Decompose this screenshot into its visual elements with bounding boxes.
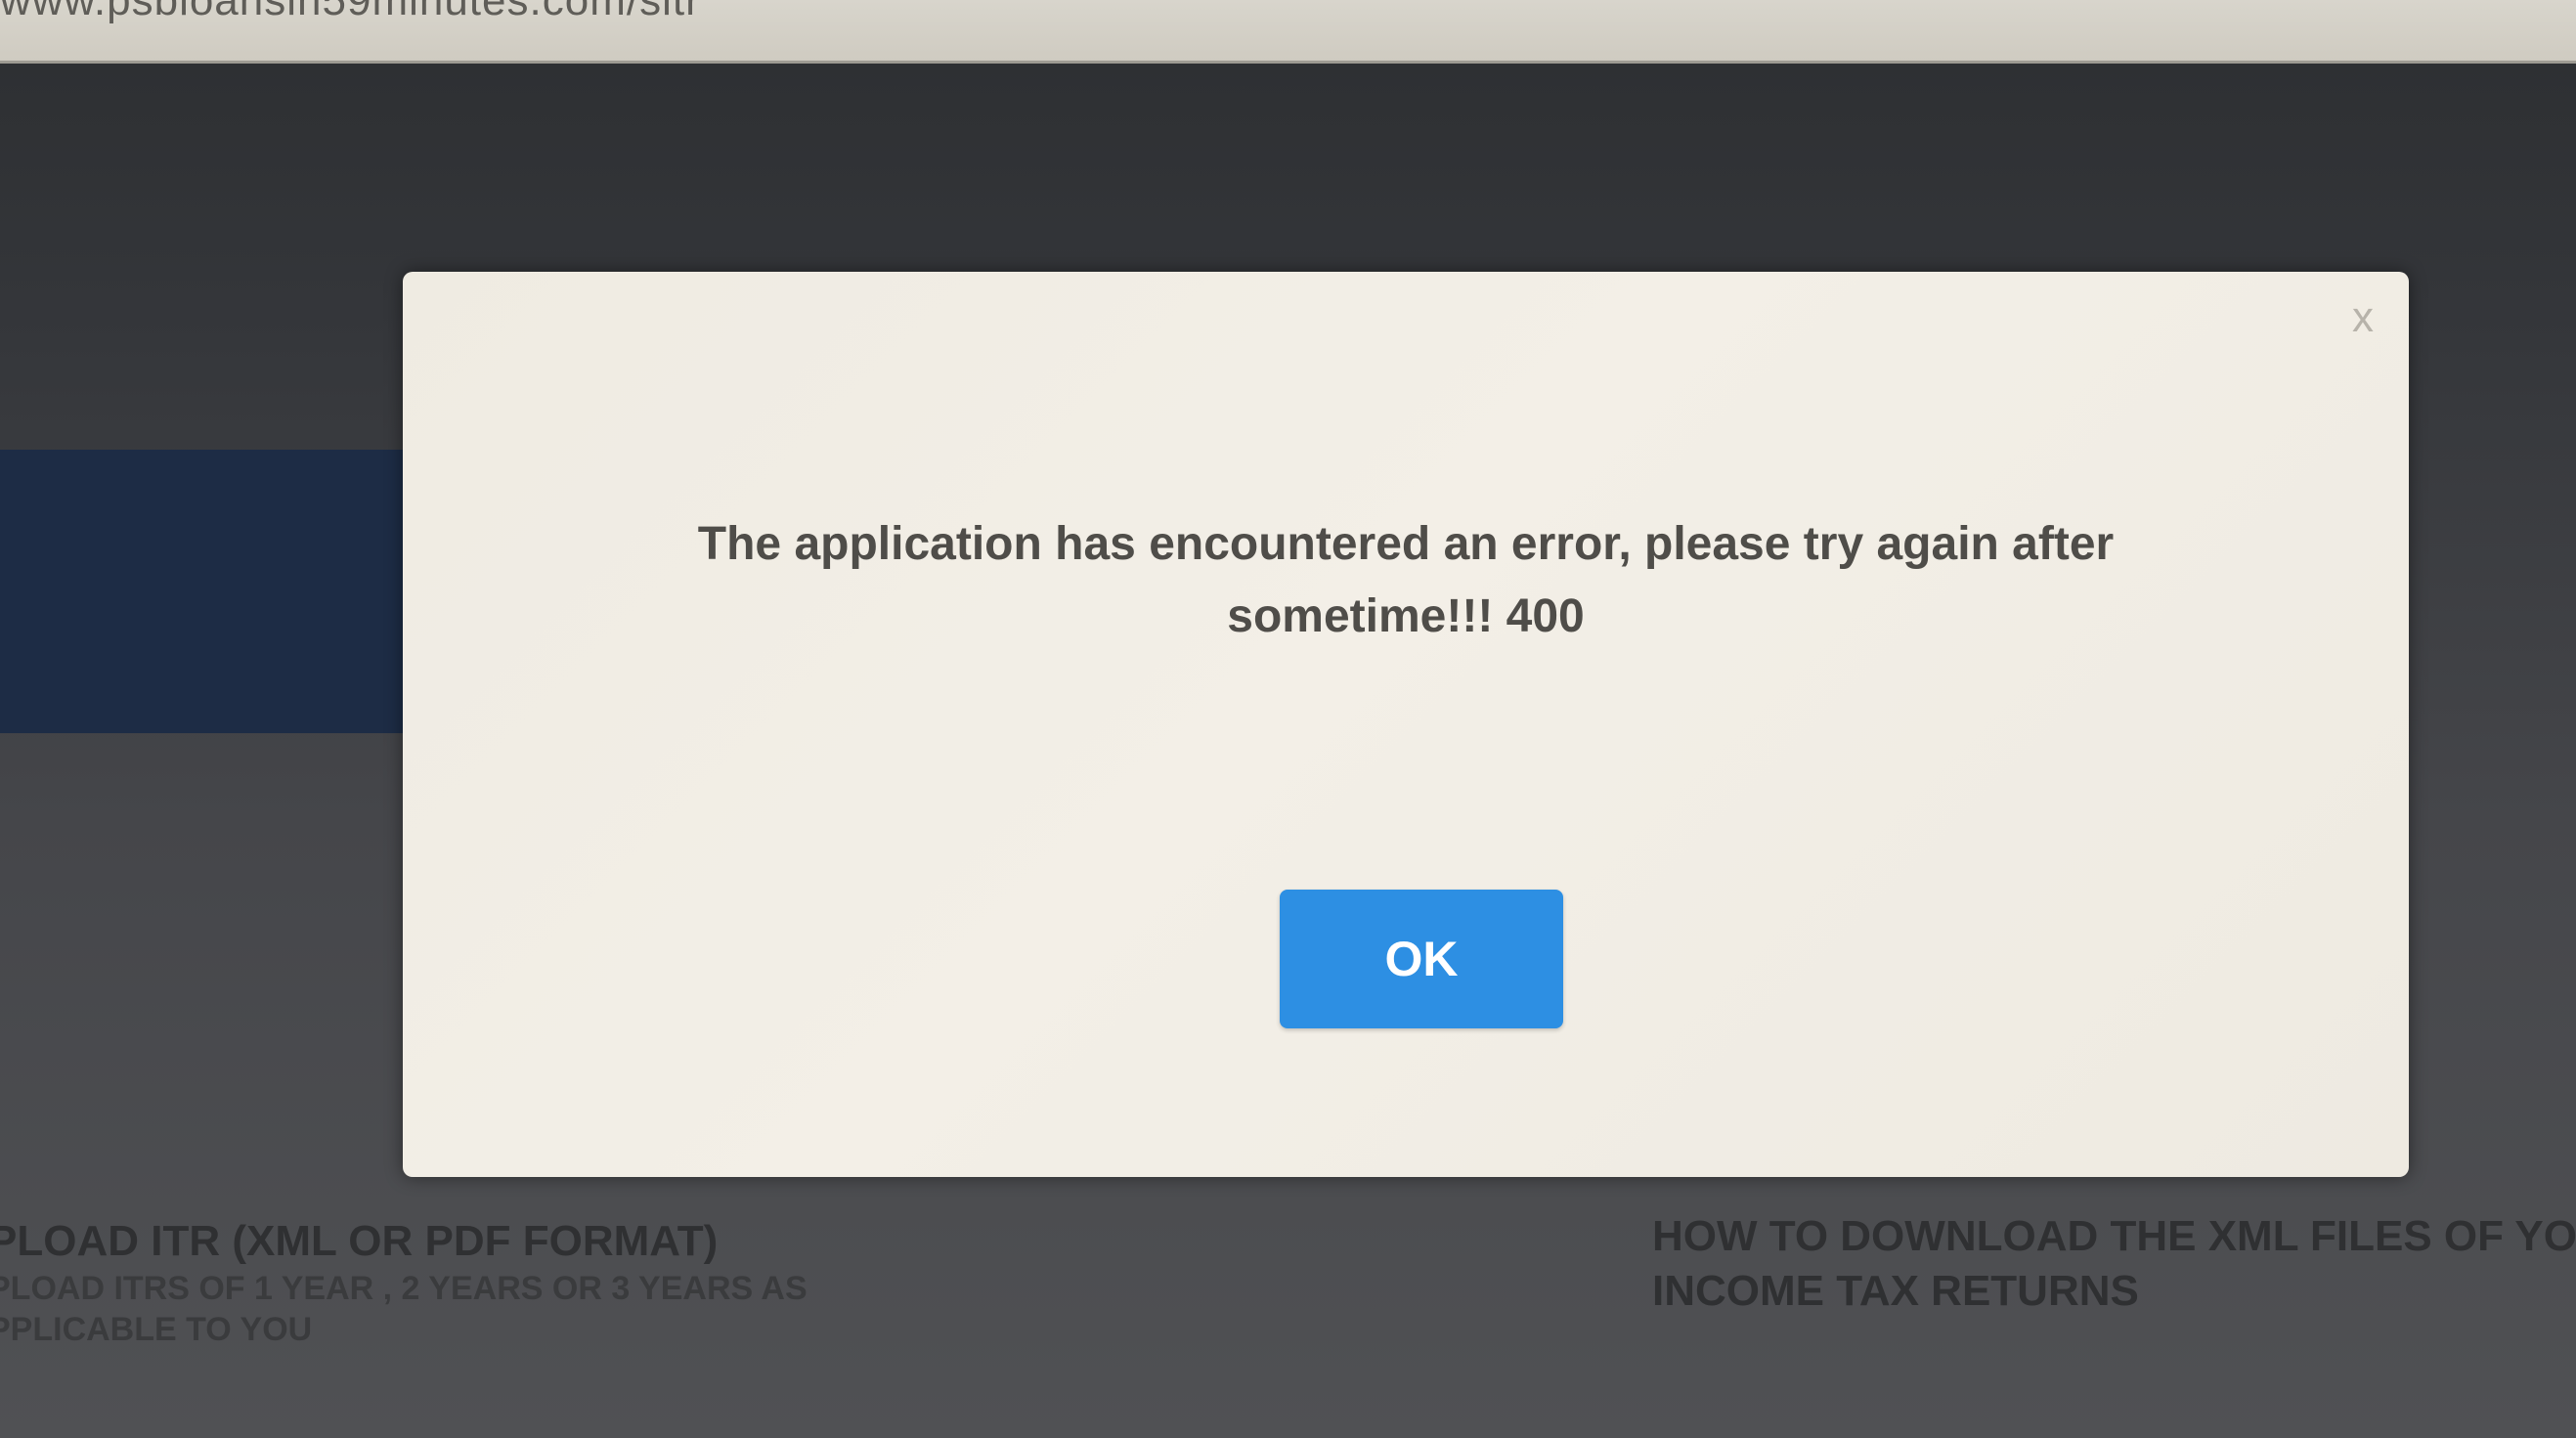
close-icon[interactable]: x <box>2352 293 2374 342</box>
error-dialog: x The application has encountered an err… <box>403 272 2409 1177</box>
download-xml-heading-line2: INCOME TAX RETURNS <box>1652 1267 2139 1315</box>
left-sidebar-panel <box>0 450 411 733</box>
download-xml-heading: HOW TO DOWNLOAD THE XML FILES OF YO INCO… <box>1652 1209 2576 1319</box>
upload-itr-heading: PLOAD ITR (XML OR PDF FORMAT) <box>0 1217 719 1265</box>
browser-address-bar[interactable]: www.psbloansin59minutes.com/sitr <box>0 0 2576 64</box>
download-xml-heading-line1: HOW TO DOWNLOAD THE XML FILES OF YO <box>1652 1212 2576 1260</box>
upload-itr-subheading: PLOAD ITRS OF 1 YEAR , 2 YEARS OR 3 YEAR… <box>0 1270 808 1348</box>
browser-url-text[interactable]: www.psbloansin59minutes.com/sitr <box>0 0 701 25</box>
ok-button[interactable]: OK <box>1280 890 1563 1028</box>
error-message: The application has encountered an error… <box>697 518 2115 642</box>
